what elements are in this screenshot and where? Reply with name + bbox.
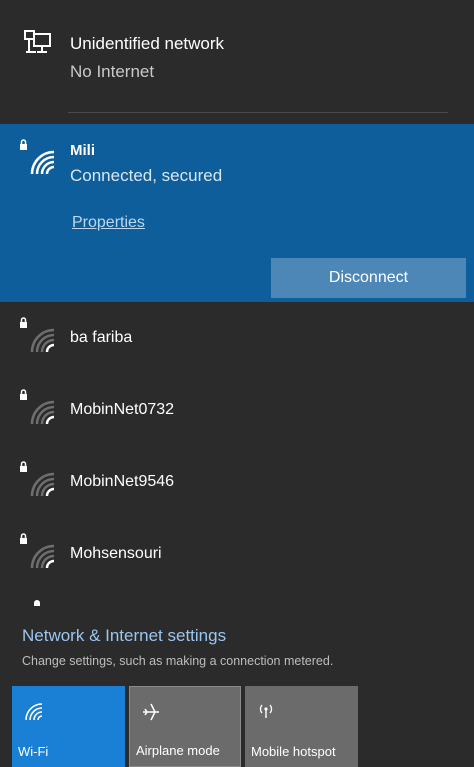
tile-label: Wi-Fi	[18, 744, 49, 759]
settings-description: Change settings, such as making a connec…	[22, 654, 334, 668]
hotspot-icon	[259, 704, 273, 718]
network-name: Mohsensouri	[70, 545, 162, 562]
network-flyout: Unidentified network No Internet Mili Co…	[0, 0, 474, 767]
network-name: Mili	[70, 142, 95, 159]
wifi-secured-icon	[20, 461, 55, 497]
network-name: MobinNet9546	[70, 473, 175, 490]
network-item[interactable]: Mohsensouri	[0, 518, 474, 590]
wifi-secured-icon	[20, 389, 55, 425]
wifi-secured-icon	[20, 139, 55, 175]
network-item-unidentified[interactable]: Unidentified network No Internet	[0, 0, 474, 112]
wifi-icon	[25, 703, 43, 721]
airplane-mode-tile[interactable]: Airplane mode	[129, 686, 241, 767]
airplane-icon	[143, 703, 159, 721]
network-item[interactable]: MobinNet9546	[0, 446, 474, 518]
network-status: Connected, secured	[70, 166, 223, 185]
network-item-connected[interactable]: Mili Connected, secured Properties Disco…	[0, 124, 474, 302]
properties-link[interactable]: Properties	[72, 214, 145, 232]
tile-label: Airplane mode	[136, 743, 220, 758]
divider	[68, 112, 448, 113]
tile-label: Mobile hotspot	[251, 744, 336, 759]
network-status: No Internet	[70, 62, 155, 81]
lock-icon	[34, 600, 40, 606]
wifi-secured-icon	[20, 533, 55, 569]
network-settings-link[interactable]: Network & Internet settings	[22, 626, 226, 646]
mobile-hotspot-tile[interactable]: Mobile hotspot	[245, 686, 358, 767]
wifi-secured-icon	[20, 317, 55, 353]
disconnect-button[interactable]: Disconnect	[271, 258, 466, 298]
network-item[interactable]: ba fariba	[0, 302, 474, 374]
wifi-toggle-tile[interactable]: Wi-Fi	[12, 686, 125, 767]
network-name: ba fariba	[70, 329, 133, 346]
network-name: Unidentified network	[70, 34, 225, 53]
network-name: MobinNet0732	[70, 401, 175, 418]
ethernet-network-icon	[24, 30, 51, 53]
network-item[interactable]: MobinNet0732	[0, 374, 474, 446]
